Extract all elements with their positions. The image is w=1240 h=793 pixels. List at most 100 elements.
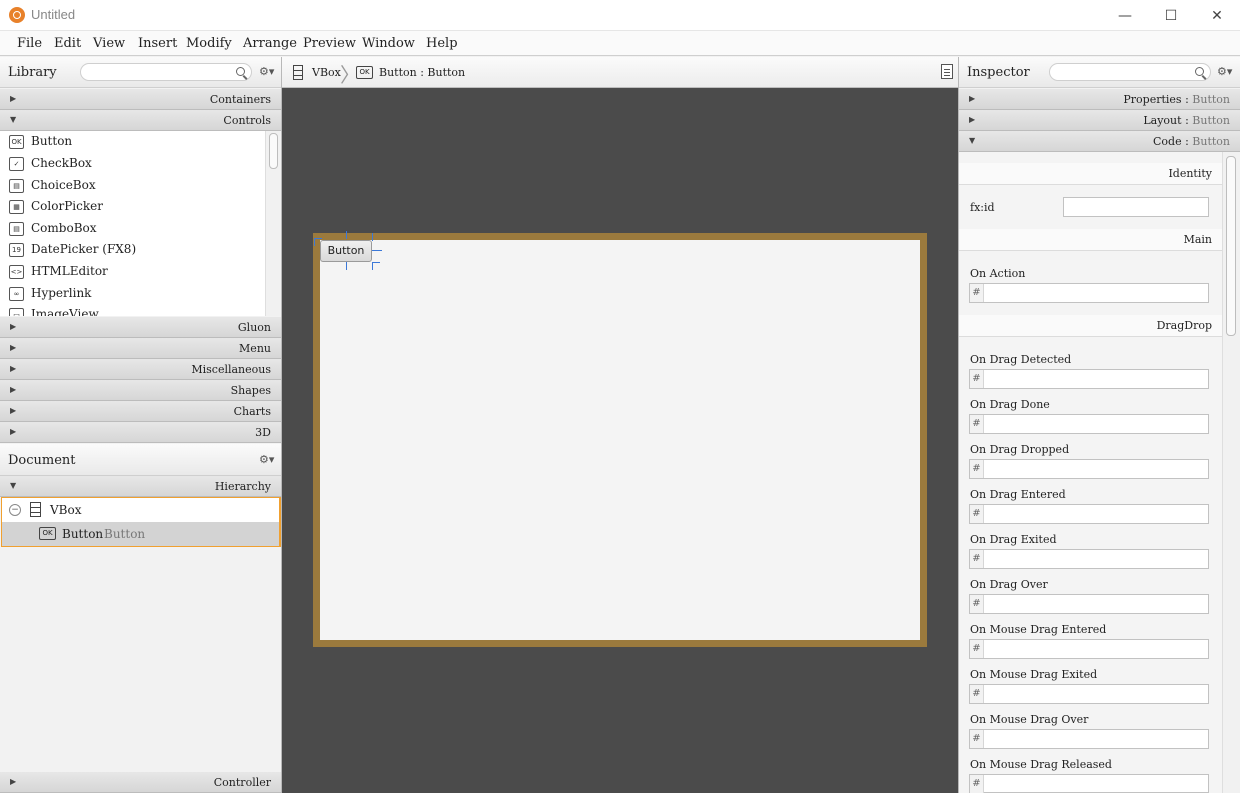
menu-file[interactable]: File (17, 36, 42, 51)
section-controls[interactable]: ▼ Controls (0, 110, 281, 131)
group-dragdrop: DragDrop (959, 315, 1222, 337)
section-label: Charts (233, 405, 271, 418)
on-drag-over-input[interactable]: # (969, 594, 1209, 614)
app-icon (9, 7, 25, 23)
menu-view[interactable]: View (93, 36, 125, 51)
document-title: Document (8, 453, 76, 468)
selection-handle[interactable] (372, 250, 382, 251)
list-item-label: CheckBox (31, 156, 92, 170)
breadcrumb-item-button[interactable]: Button : Button (379, 66, 465, 79)
on-drag-exited-input[interactable]: # (969, 549, 1209, 569)
colorpicker-control-icon: ▦ (9, 200, 24, 214)
section-charts[interactable]: ▶ Charts (0, 401, 281, 422)
scrollbar-thumb[interactable] (1226, 156, 1236, 336)
menu-preview[interactable]: Preview (303, 36, 356, 51)
on-mouse-drag-released-input[interactable]: # (969, 774, 1209, 793)
canvas-button[interactable]: Button (320, 240, 372, 262)
document-settings-gear-icon[interactable]: ⚙▾ (259, 453, 274, 466)
collapsed-arrow-icon: ▶ (10, 322, 17, 331)
selection-handle[interactable] (314, 238, 315, 246)
menu-modify[interactable]: Modify (186, 36, 232, 51)
library-settings-gear-icon[interactable]: ⚙▾ (259, 65, 274, 78)
vbox-icon (293, 65, 303, 80)
inspector-scrollbar[interactable] (1222, 152, 1240, 793)
section-shapes[interactable]: ▶ Shapes (0, 380, 281, 401)
library-scrollbar[interactable] (265, 131, 281, 316)
section-hierarchy[interactable]: ▼ Hierarchy (0, 476, 281, 497)
collapse-toggle-icon[interactable]: − (9, 504, 21, 516)
tree-item-label: Button (62, 527, 104, 541)
inspector-settings-gear-icon[interactable]: ⚙▾ (1217, 65, 1232, 78)
selection-handle[interactable] (346, 262, 347, 270)
section-menu[interactable]: ▶ Menu (0, 338, 281, 359)
section-label: Miscellaneous (191, 363, 271, 376)
event-label: On Drag Exited (970, 533, 1057, 546)
list-item-label: Button (31, 134, 73, 148)
list-item-datepicker[interactable]: 19 DatePicker (FX8) (0, 239, 264, 261)
menu-help[interactable]: Help (426, 36, 458, 51)
fxid-label: fx:id (970, 201, 995, 214)
section-properties[interactable]: ▶ Properties : Button (959, 89, 1240, 110)
section-layout[interactable]: ▶ Layout : Button (959, 110, 1240, 131)
event-label: On Drag Over (970, 578, 1048, 591)
close-button[interactable]: ✕ (1194, 0, 1240, 31)
list-item-choicebox[interactable]: ▤ ChoiceBox (0, 175, 264, 197)
group-identity: Identity (959, 163, 1222, 185)
on-drag-detected-input[interactable]: # (969, 369, 1209, 389)
tree-item-button[interactable]: OK Button Button (2, 522, 279, 546)
fxid-input[interactable] (1063, 197, 1209, 217)
selection-handle[interactable] (372, 262, 380, 263)
list-item-checkbox[interactable]: ✓ CheckBox (0, 153, 264, 175)
hash-prefix: # (970, 595, 984, 613)
menu-bar: File Edit View Insert Modify Arrange Pre… (0, 31, 1240, 56)
maximize-button[interactable]: ☐ (1148, 0, 1194, 31)
menu-window[interactable]: Window (362, 36, 415, 51)
search-icon (1195, 67, 1204, 76)
section-controller[interactable]: ▶ Controller (0, 772, 281, 793)
inspector-header: Inspector ⚙▾ (959, 57, 1240, 88)
combobox-control-icon: ▤ (9, 222, 24, 236)
event-label: On Mouse Drag Over (970, 713, 1089, 726)
selection-handle[interactable] (372, 262, 373, 270)
section-miscellaneous[interactable]: ▶ Miscellaneous (0, 359, 281, 380)
selection-handle[interactable] (314, 238, 322, 239)
hash-prefix: # (970, 550, 984, 568)
list-item-combobox[interactable]: ▤ ComboBox (0, 218, 264, 240)
on-action-input[interactable]: # (969, 283, 1209, 303)
section-code[interactable]: ▼ Code : Button (959, 131, 1240, 152)
list-item-button[interactable]: OK Button (0, 131, 264, 153)
library-search-input[interactable] (80, 63, 252, 81)
menu-edit[interactable]: Edit (54, 36, 81, 51)
selection-handle[interactable] (372, 233, 373, 241)
list-item-colorpicker[interactable]: ▦ ColorPicker (0, 196, 264, 218)
list-item-htmleditor[interactable]: <> HTMLEditor (0, 261, 264, 283)
selection-handle[interactable] (346, 231, 347, 239)
choicebox-control-icon: ▤ (9, 179, 24, 193)
menu-arrange[interactable]: Arrange (243, 36, 297, 51)
on-mouse-drag-exited-input[interactable]: # (969, 684, 1209, 704)
document-icon[interactable] (941, 64, 953, 79)
on-drag-done-input[interactable]: # (969, 414, 1209, 434)
group-label: Main (1183, 233, 1212, 246)
section-gluon[interactable]: ▶ Gluon (0, 317, 281, 338)
minimize-button[interactable]: — (1102, 0, 1148, 31)
hash-prefix: # (970, 284, 984, 302)
section-label: Code : Button (1152, 135, 1230, 148)
list-item-imageview[interactable]: ▭ ImageView (0, 304, 264, 316)
section-containers[interactable]: ▶ Containers (0, 89, 281, 110)
vbox-container[interactable] (313, 233, 927, 647)
breadcrumb-item-vbox[interactable]: VBox (312, 66, 341, 79)
hash-prefix: # (970, 775, 984, 793)
hash-prefix: # (970, 730, 984, 748)
on-mouse-drag-over-input[interactable]: # (969, 729, 1209, 749)
on-drag-dropped-input[interactable]: # (969, 459, 1209, 479)
section-3d[interactable]: ▶ 3D (0, 422, 281, 443)
menu-insert[interactable]: Insert (138, 36, 177, 51)
list-item-hyperlink[interactable]: ∞ Hyperlink (0, 283, 264, 305)
collapsed-arrow-icon: ▶ (10, 343, 17, 352)
inspector-search-input[interactable] (1049, 63, 1211, 81)
scrollbar-thumb[interactable] (269, 133, 278, 169)
on-mouse-drag-entered-input[interactable]: # (969, 639, 1209, 659)
tree-item-vbox[interactable]: − VBox (2, 498, 279, 522)
on-drag-entered-input[interactable]: # (969, 504, 1209, 524)
